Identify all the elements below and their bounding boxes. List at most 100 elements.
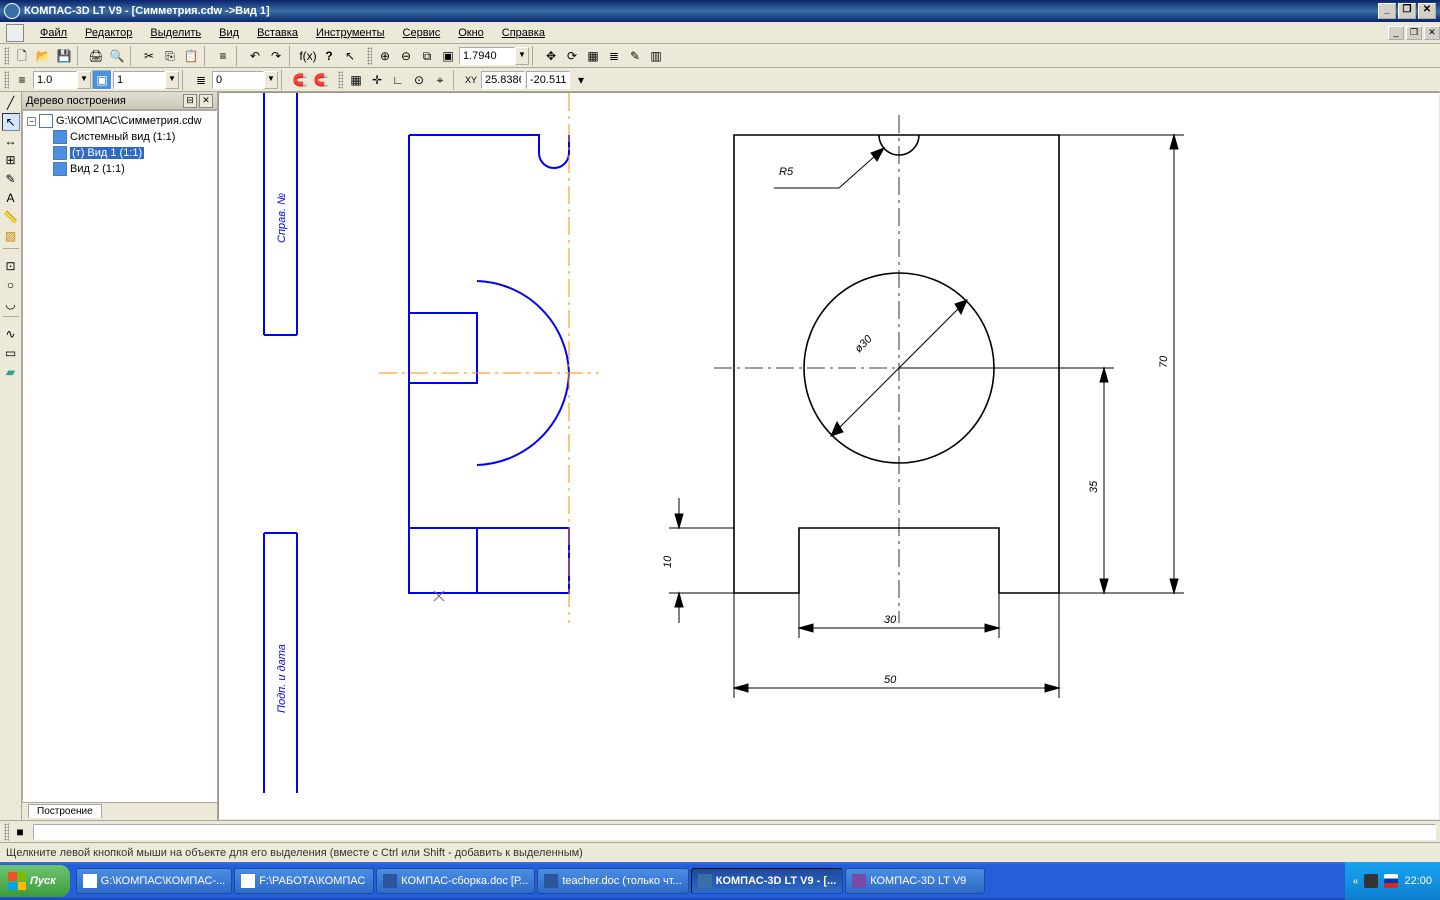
redraw-button[interactable]: ≣ (604, 46, 624, 66)
edit-button[interactable]: ✎ (625, 46, 645, 66)
window-minimize-button[interactable]: _ (1378, 3, 1396, 19)
tray-expand-button[interactable]: « (1353, 876, 1359, 887)
rect-tool[interactable]: ▭ (2, 344, 20, 362)
scale-input[interactable] (33, 71, 77, 89)
tree-close-button[interactable]: ✕ (199, 94, 213, 108)
undo-button[interactable]: ↶ (245, 46, 265, 66)
pan-button[interactable]: ✥ (541, 46, 561, 66)
dropdown-arrow-icon[interactable]: ▼ (264, 71, 278, 89)
start-button[interactable]: Пуск (0, 865, 70, 897)
zoom-window-button[interactable]: ⧉ (417, 46, 437, 66)
window-close-button[interactable]: ✕ (1418, 3, 1436, 19)
measure-tool[interactable]: 📏 (2, 208, 20, 226)
tree-pin-button[interactable]: ⊟ (183, 94, 197, 108)
menu-select[interactable]: Выделить (142, 25, 209, 41)
drawing-canvas[interactable]: Справ. № Подп. и дата (218, 92, 1440, 820)
view-number-combo[interactable]: ▼ (113, 71, 179, 89)
zoom-fit-button[interactable]: ▣ (438, 46, 458, 66)
dropdown-arrow-icon[interactable]: ▼ (515, 47, 529, 65)
grid-button[interactable]: ▦ (346, 70, 366, 90)
layer-combo[interactable]: ▼ (212, 71, 278, 89)
taskbar-item[interactable]: G:\КОМПАС\КОМПАС-... (76, 868, 232, 894)
menu-file[interactable]: Файл (32, 25, 75, 41)
help-button[interactable]: ? (319, 46, 339, 66)
view-button[interactable]: ▣ (92, 70, 112, 90)
spline-tool[interactable]: ∿ (2, 325, 20, 343)
tree-view-node[interactable]: Вид 2 (1:1) (25, 161, 214, 177)
tray-lang-icon[interactable] (1384, 874, 1398, 888)
scale-combo[interactable]: ▼ (33, 71, 91, 89)
refresh-button[interactable]: ▦ (583, 46, 603, 66)
redo-button[interactable]: ↷ (266, 46, 286, 66)
cut-button[interactable]: ✂ (139, 46, 159, 66)
new-button[interactable]: 🗋 (12, 46, 32, 66)
tray-icon[interactable] (1364, 874, 1378, 888)
zoom-out-button[interactable]: ⊖ (396, 46, 416, 66)
tree-collapse-icon[interactable]: − (27, 117, 36, 126)
mdi-restore-button[interactable]: ❐ (1406, 26, 1422, 40)
stop-button[interactable]: ■ (11, 823, 29, 841)
build-tree[interactable]: − G:\КОМПАС\Симметрия.cdw Системный вид … (22, 110, 217, 802)
arc-tool[interactable]: ◡ (2, 295, 20, 313)
toolbar-grip[interactable] (4, 47, 9, 65)
circle-tool[interactable]: ○ (2, 276, 20, 294)
layers-button[interactable]: ≣ (191, 70, 211, 90)
tree-tab-build[interactable]: Построение (28, 804, 102, 818)
menu-help[interactable]: Справка (494, 25, 553, 41)
snap-on-button[interactable]: 🧲 (290, 70, 310, 90)
preview-button[interactable]: 🔍 (107, 46, 127, 66)
tray-clock[interactable]: 22:00 (1404, 875, 1432, 887)
menu-tools[interactable]: Инструменты (308, 25, 393, 41)
mdi-document-icon[interactable] (6, 24, 24, 42)
tree-root-node[interactable]: − G:\КОМПАС\Симметрия.cdw (25, 113, 214, 129)
properties-button[interactable]: ≡ (213, 46, 233, 66)
mdi-close-button[interactable]: ✕ (1424, 26, 1440, 40)
print-button[interactable]: 🖨 (86, 46, 106, 66)
point-tool[interactable]: ⊡ (2, 257, 20, 275)
dropdown-arrow-icon[interactable]: ▼ (165, 71, 179, 89)
taskbar-item[interactable]: F:\РАБОТА\КОМПАС (234, 868, 374, 894)
paste-button[interactable]: 📋 (181, 46, 201, 66)
coord-mode-button[interactable]: ▾ (571, 70, 591, 90)
taskbar-item[interactable]: teacher.doc (только чт... (537, 868, 688, 894)
command-input[interactable] (33, 824, 1436, 840)
tree-view-node[interactable]: (т) Вид 1 (1:1) (25, 145, 214, 161)
cursor-button[interactable]: ↖ (340, 46, 360, 66)
menu-service[interactable]: Сервис (395, 25, 449, 41)
coord-x-input[interactable] (481, 71, 525, 89)
zoom-in-button[interactable]: ⊕ (375, 46, 395, 66)
tree-view-node[interactable]: Системный вид (1:1) (25, 129, 214, 145)
style-button[interactable]: ≡ (12, 70, 32, 90)
parametric-tool[interactable]: A (2, 189, 20, 207)
mdi-minimize-button[interactable]: _ (1388, 26, 1404, 40)
taskbar-item[interactable]: КОМПАС-сборка.doc [Р... (376, 868, 535, 894)
menu-edit[interactable]: Редактор (77, 25, 140, 41)
snap-off-button[interactable]: 🧲 (311, 70, 331, 90)
fill-tool[interactable]: ▰ (2, 363, 20, 381)
ortho-button[interactable]: ∟ (388, 70, 408, 90)
variables-button[interactable]: f(x) (298, 46, 318, 66)
zoom-input[interactable] (459, 47, 515, 65)
select-tool[interactable]: ↖ (2, 113, 20, 131)
rotate-view-button[interactable]: ⟳ (562, 46, 582, 66)
hatch-tool[interactable]: ▨ (2, 227, 20, 245)
menu-view[interactable]: Вид (211, 25, 247, 41)
layer-input[interactable] (212, 71, 264, 89)
taskbar-item[interactable]: КОМПАС-3D LT V9 (845, 868, 985, 894)
view-number-input[interactable] (113, 71, 165, 89)
xy-button[interactable]: XY (462, 70, 480, 90)
coord-y-input[interactable] (526, 71, 570, 89)
toolbar-grip[interactable] (4, 823, 9, 841)
edit-tool[interactable]: ✎ (2, 170, 20, 188)
dropdown-arrow-icon[interactable]: ▼ (77, 71, 91, 89)
snap-button[interactable]: ✛ (367, 70, 387, 90)
open-button[interactable]: 📂 (33, 46, 53, 66)
zoom-combo[interactable]: ▼ (459, 47, 529, 65)
save-button[interactable]: 💾 (54, 46, 74, 66)
menu-insert[interactable]: Вставка (249, 25, 306, 41)
geometry-tool[interactable]: ╱ (2, 94, 20, 112)
designation-tool[interactable]: ⊞ (2, 151, 20, 169)
dimension-tool[interactable]: ↔ (2, 132, 20, 150)
copy-button[interactable]: ⎘ (160, 46, 180, 66)
window-button[interactable]: ▥ (646, 46, 666, 66)
